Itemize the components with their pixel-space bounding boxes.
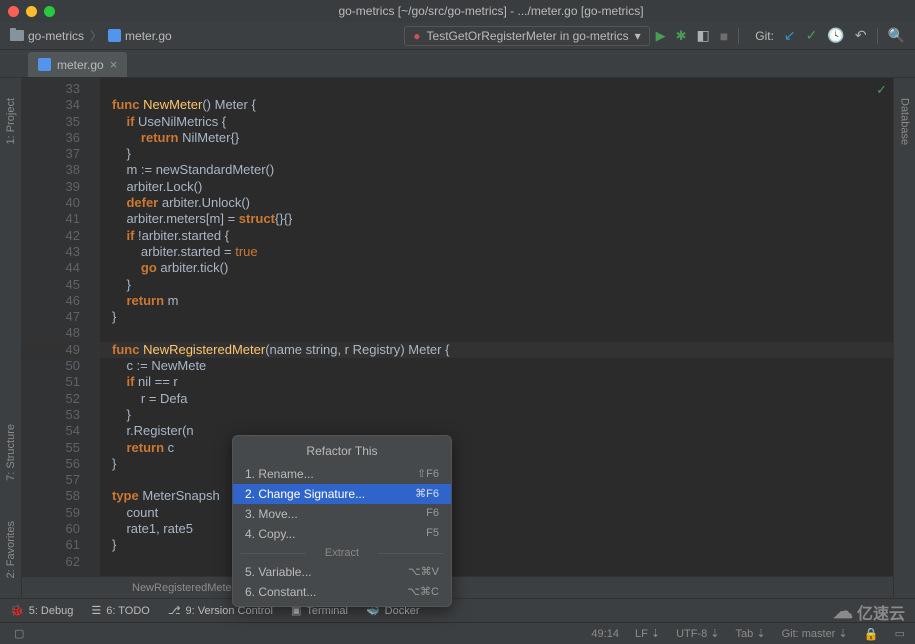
titlebar: go-metrics [~/go/src/go-metrics] - .../m… xyxy=(0,0,915,22)
tool-debug[interactable]: 🐞 5: Debug xyxy=(10,604,73,617)
tab-label: meter.go xyxy=(57,58,104,72)
tool-project[interactable]: 1: Project xyxy=(5,98,17,144)
code-line[interactable]: func NewMeter() Meter { xyxy=(112,97,893,113)
menu-item[interactable]: 2. Change Signature...⌘F6 xyxy=(233,484,451,504)
left-tool-strip: 1: Project 7: Structure 2: Favorites xyxy=(0,78,22,598)
menu-item[interactable]: 5. Variable...⌥⌘V xyxy=(233,562,451,582)
code-area[interactable]: func NewMeter() Meter { if UseNilMetrics… xyxy=(100,78,893,576)
status-panel-toggle[interactable]: ▢ xyxy=(14,627,24,640)
code-line[interactable]: } xyxy=(112,146,893,162)
line-separator[interactable]: LF ⇣ xyxy=(635,627,660,640)
breadcrumb-file-label: meter.go xyxy=(125,29,172,43)
breadcrumb-separator: 〉 xyxy=(90,27,102,44)
bottom-tool-strip: 🐞 5: Debug ☰ 6: TODO ⎇ 9: Version Contro… xyxy=(0,598,915,622)
menu-separator-extract: Extract xyxy=(233,544,451,562)
search-everywhere-button[interactable]: 🔍 xyxy=(888,27,905,44)
git-revert-button[interactable]: ↶ xyxy=(855,27,867,44)
code-line[interactable]: r = Defa xyxy=(112,391,893,407)
code-line[interactable]: return c xyxy=(112,440,893,456)
code-line[interactable]: type MeterSnapsh xyxy=(112,488,893,504)
run-configuration-selector[interactable]: ● TestGetOrRegisterMeter in go-metrics ▾ xyxy=(404,26,649,46)
breadcrumb-project-label: go-metrics xyxy=(28,29,84,43)
code-line[interactable] xyxy=(112,81,893,97)
code-line[interactable]: return m xyxy=(112,293,893,309)
tool-todo[interactable]: ☰ 6: TODO xyxy=(91,604,149,617)
cloud-icon: ☁ xyxy=(833,599,853,624)
code-editor[interactable]: ✓ 33343536373839404142434445464748495051… xyxy=(22,78,893,576)
lock-icon[interactable]: 🔒 xyxy=(864,627,879,641)
watermark: ☁ 亿速云 xyxy=(833,599,905,624)
close-window-button[interactable] xyxy=(8,6,19,17)
menu-item[interactable]: 3. Move...F6 xyxy=(233,504,451,524)
indent-setting[interactable]: Tab ⇣ xyxy=(736,627,766,640)
file-encoding[interactable]: UTF-8 ⇣ xyxy=(676,627,719,640)
code-line[interactable]: } xyxy=(112,407,893,423)
code-line[interactable]: } xyxy=(112,456,893,472)
debug-button[interactable]: ✱ xyxy=(676,28,687,44)
code-line[interactable] xyxy=(112,472,893,488)
window-title: go-metrics [~/go/src/go-metrics] - .../m… xyxy=(67,4,915,18)
git-branch[interactable]: Git: master ⇣ xyxy=(782,627,848,640)
code-breadcrumb[interactable]: NewRegisteredMeter(name string, r Regist… xyxy=(22,576,893,598)
code-line[interactable]: } xyxy=(112,309,893,325)
code-line[interactable]: if UseNilMetrics { xyxy=(112,114,893,130)
tool-database[interactable]: Database xyxy=(899,98,911,145)
git-history-button[interactable]: 🕓 xyxy=(827,27,844,44)
run-config-label: TestGetOrRegisterMeter in go-metrics xyxy=(427,29,629,43)
code-line[interactable]: count xyxy=(112,505,893,521)
popup-title: Refactor This xyxy=(233,440,451,464)
tab-meter-go[interactable]: meter.go × xyxy=(28,52,127,77)
chevron-down-icon: ▾ xyxy=(635,29,641,43)
menu-item[interactable]: 1. Rename...⇧F6 xyxy=(233,464,451,484)
git-update-button[interactable]: ↙ xyxy=(784,27,796,44)
menu-item[interactable]: 6. Constant...⌥⌘C xyxy=(233,582,451,602)
git-label: Git: xyxy=(755,29,774,43)
code-line[interactable]: if nil == r xyxy=(112,374,893,390)
window-controls xyxy=(8,6,55,17)
code-line[interactable]: m := newStandardMeter() xyxy=(112,162,893,178)
code-line[interactable] xyxy=(112,554,893,570)
main-toolbar: go-metrics 〉 meter.go ● TestGetOrRegiste… xyxy=(0,22,915,50)
navigation-bar: go-metrics 〉 meter.go xyxy=(10,27,398,44)
editor-tabs: meter.go × xyxy=(0,50,915,78)
go-file-icon xyxy=(108,29,121,42)
code-line[interactable] xyxy=(112,325,893,341)
folder-icon xyxy=(10,30,24,41)
tool-favorites[interactable]: 2: Favorites xyxy=(5,521,17,578)
code-line[interactable]: go arbiter.tick() xyxy=(112,260,893,276)
code-line[interactable]: defer arbiter.Unlock() xyxy=(112,195,893,211)
code-line[interactable]: arbiter.meters[m] = struct{}{} xyxy=(112,211,893,227)
run-button[interactable]: ▶ xyxy=(656,28,666,44)
code-line[interactable]: r.Register(n xyxy=(112,423,893,439)
git-commit-button[interactable]: ✓ xyxy=(806,27,818,44)
code-line[interactable]: arbiter.Lock() xyxy=(112,179,893,195)
minimize-window-button[interactable] xyxy=(26,6,37,17)
breadcrumb-project[interactable]: go-metrics xyxy=(10,29,84,43)
code-line[interactable]: if !arbiter.started { xyxy=(112,228,893,244)
code-line[interactable]: rate1, rate5 xyxy=(112,521,893,537)
code-line[interactable]: arbiter.started = true xyxy=(112,244,893,260)
code-line[interactable]: c := NewMete xyxy=(112,358,893,374)
close-tab-icon[interactable]: × xyxy=(110,57,118,72)
tool-structure[interactable]: 7: Structure xyxy=(5,424,17,481)
code-line[interactable]: func NewRegisteredMeter(name string, r R… xyxy=(112,342,893,358)
refactor-this-popup: Refactor This 1. Rename...⇧F62. Change S… xyxy=(232,435,452,607)
breadcrumb-file[interactable]: meter.go xyxy=(108,29,172,43)
status-bar: ▢ 49:14 LF ⇣ UTF-8 ⇣ Tab ⇣ Git: master ⇣… xyxy=(0,622,915,644)
stop-button[interactable]: ■ xyxy=(720,28,728,44)
menu-item[interactable]: 4. Copy...F5 xyxy=(233,524,451,544)
code-line[interactable]: return NilMeter{} xyxy=(112,130,893,146)
line-number-gutter[interactable]: 3334353637383940414243444546474849505152… xyxy=(22,78,100,576)
code-line[interactable]: } xyxy=(112,277,893,293)
memory-indicator[interactable]: ▭ xyxy=(895,627,905,640)
maximize-window-button[interactable] xyxy=(44,6,55,17)
go-file-icon xyxy=(38,58,51,71)
code-line[interactable]: } xyxy=(112,537,893,553)
coverage-button[interactable]: ◧ xyxy=(697,27,710,44)
right-tool-strip: Database xyxy=(893,78,915,598)
